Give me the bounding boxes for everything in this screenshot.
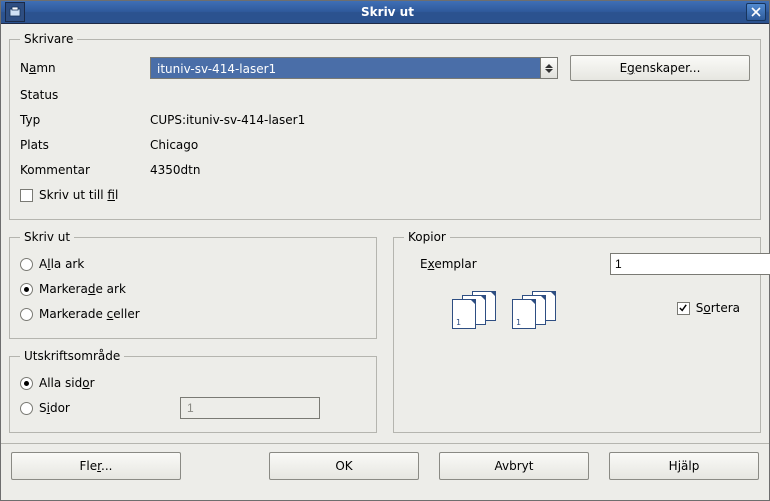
button-bar: Fler... OK Avbryt Hjälp [9, 452, 761, 482]
collate-preview-icon: 3 2 1 3 2 1 [452, 291, 556, 327]
printer-group: Skrivare Namn ituniv-sv-414-laser1 Egens… [9, 32, 761, 220]
location-value: Chicago [150, 138, 198, 152]
radio-all-sheets[interactable]: Alla ark [20, 257, 84, 271]
radio-selected-sheets[interactable]: Markerade ark [20, 282, 126, 296]
printer-name-label: Namn [20, 61, 150, 75]
radio-all-pages[interactable]: Alla sidor [20, 376, 95, 390]
copies-group: Kopior Exemplar [393, 230, 761, 433]
dialog-body: Skrivare Namn ituniv-sv-414-laser1 Egens… [1, 24, 769, 500]
more-button[interactable]: Fler... [11, 452, 181, 480]
combo-spinner-icon[interactable] [540, 57, 558, 79]
app-icon [5, 2, 25, 22]
status-label: Status [20, 88, 150, 102]
copies-count-label: Exemplar [420, 257, 610, 271]
close-icon [751, 7, 761, 17]
checkbox-icon [677, 302, 690, 315]
copies-input[interactable] [610, 253, 770, 275]
printer-legend: Skrivare [20, 32, 77, 46]
print-what-group: Skriv ut Alla ark Markerade ark [9, 230, 377, 339]
radio-icon [20, 377, 33, 390]
ok-button[interactable]: OK [269, 452, 419, 480]
copies-legend: Kopior [404, 230, 450, 244]
print-to-file-checkbox[interactable]: Skriv ut till fil [20, 188, 118, 202]
copies-spinbox[interactable] [610, 253, 710, 275]
radio-selected-cells[interactable]: Markerade celler [20, 307, 140, 321]
titlebar[interactable]: Skriv ut [1, 1, 769, 24]
comment-value: 4350dtn [150, 163, 200, 177]
radio-icon [20, 308, 33, 321]
collate-checkbox[interactable]: Sortera [677, 301, 740, 315]
close-button[interactable] [746, 3, 766, 21]
range-legend: Utskriftsområde [20, 349, 124, 363]
pages-input[interactable] [180, 397, 320, 419]
separator [1, 443, 769, 444]
window-title: Skriv ut [29, 5, 746, 19]
radio-icon [20, 258, 33, 271]
print-dialog: Skriv ut Skrivare Namn ituniv-sv-414-las… [0, 0, 770, 501]
checkbox-icon [20, 189, 33, 202]
properties-button[interactable]: Egenskaper... [570, 55, 750, 81]
print-what-legend: Skriv ut [20, 230, 74, 244]
cancel-button[interactable]: Avbryt [439, 452, 589, 480]
type-value: CUPS:ituniv-sv-414-laser1 [150, 113, 305, 127]
printer-name-value[interactable]: ituniv-sv-414-laser1 [150, 57, 540, 79]
radio-icon [20, 283, 33, 296]
help-button[interactable]: Hjälp [609, 452, 759, 480]
comment-label: Kommentar [20, 163, 150, 177]
range-group: Utskriftsområde Alla sidor Sidor [9, 349, 377, 433]
printer-name-combo[interactable]: ituniv-sv-414-laser1 [150, 57, 558, 79]
type-label: Typ [20, 113, 150, 127]
location-label: Plats [20, 138, 150, 152]
radio-pages[interactable]: Sidor [20, 401, 180, 415]
radio-icon [20, 402, 33, 415]
